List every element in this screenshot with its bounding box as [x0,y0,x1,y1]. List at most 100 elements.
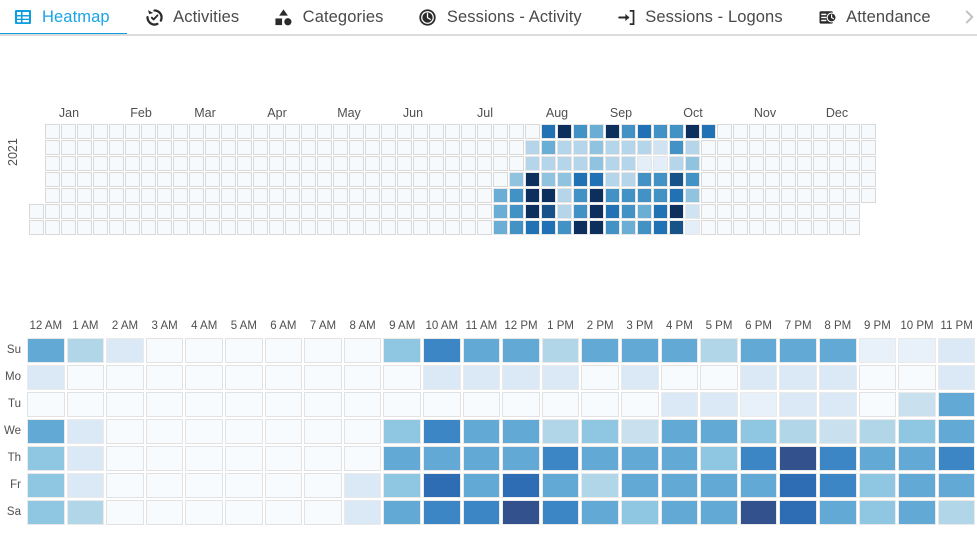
calendar-day-cell[interactable] [589,188,604,203]
calendar-day-cell[interactable] [381,204,396,219]
hour-cell[interactable] [502,446,540,471]
calendar-day-cell[interactable] [253,156,268,171]
calendar-day-cell[interactable] [717,140,732,155]
calendar-day-cell[interactable] [269,156,284,171]
hour-cell[interactable] [225,338,263,363]
calendar-day-cell[interactable] [845,188,860,203]
hour-cell[interactable] [462,500,501,525]
calendar-day-cell[interactable] [461,204,476,219]
calendar-day-cell[interactable] [205,172,220,187]
hour-cell[interactable] [225,392,263,417]
calendar-day-cell[interactable] [333,172,348,187]
calendar-day-cell[interactable] [637,140,652,155]
calendar-day-cell[interactable] [61,140,76,155]
calendar-day-cell[interactable] [125,188,140,203]
calendar-day-cell[interactable] [797,140,812,155]
hour-cell[interactable] [27,473,65,498]
calendar-day-cell[interactable] [285,204,300,219]
hour-cell[interactable] [779,365,817,390]
hour-cell[interactable] [225,446,263,471]
calendar-day-cell[interactable] [445,204,460,219]
calendar-day-cell[interactable] [845,220,860,235]
calendar-day-cell[interactable] [301,124,316,139]
calendar-day-cell[interactable] [813,156,828,171]
hour-cell[interactable] [660,473,699,498]
hour-cell[interactable] [898,365,936,390]
calendar-day-cell[interactable] [269,220,284,235]
calendar-day-cell[interactable] [381,220,396,235]
calendar-day-cell[interactable] [221,220,236,235]
calendar-day-cell[interactable] [845,156,860,171]
calendar-day-cell[interactable] [61,172,76,187]
calendar-day-cell[interactable] [621,220,636,235]
calendar-day-cell[interactable] [413,156,428,171]
calendar-day-cell[interactable] [77,204,92,219]
calendar-day-cell[interactable] [349,124,364,139]
tab-sessions-activity[interactable]: Sessions - Activity [405,0,599,34]
calendar-day-cell[interactable] [493,124,508,139]
calendar-day-cell[interactable] [77,188,92,203]
hour-cell[interactable] [66,446,105,471]
calendar-day-cell[interactable] [381,156,396,171]
calendar-day-cell[interactable] [541,140,556,155]
tab-categories[interactable]: Categories [261,0,401,34]
calendar-day-cell[interactable] [813,188,828,203]
hour-cell[interactable] [858,473,897,498]
calendar-day-cell[interactable] [173,124,188,139]
calendar-day-cell[interactable] [125,172,140,187]
calendar-day-cell[interactable] [381,188,396,203]
hour-cell[interactable] [225,419,263,444]
hour-cell[interactable] [937,338,976,363]
hour-cell[interactable] [502,473,540,498]
calendar-day-cell[interactable] [429,188,444,203]
hour-cell[interactable] [264,338,303,363]
calendar-day-cell[interactable] [717,188,732,203]
calendar-day-cell[interactable] [125,204,140,219]
calendar-day-cell[interactable] [685,220,700,235]
calendar-day-cell[interactable] [301,156,316,171]
calendar-day-cell[interactable] [61,220,76,235]
calendar-day-cell[interactable] [861,172,876,187]
calendar-day-cell[interactable] [333,204,348,219]
hour-cell[interactable] [145,419,184,444]
calendar-day-cell[interactable] [557,220,572,235]
calendar-day-cell[interactable] [413,140,428,155]
calendar-day-cell[interactable] [525,220,540,235]
calendar-day-cell[interactable] [61,204,76,219]
calendar-day-cell[interactable] [93,220,108,235]
hour-cell[interactable] [66,419,105,444]
hour-cell[interactable] [225,473,263,498]
hour-cell[interactable] [541,419,580,444]
calendar-day-cell[interactable] [237,140,252,155]
hour-cell[interactable] [66,338,105,363]
calendar-day-cell[interactable] [797,188,812,203]
calendar-day-cell[interactable] [205,156,220,171]
calendar-day-cell[interactable] [493,140,508,155]
calendar-day-cell[interactable] [253,140,268,155]
calendar-day-cell[interactable] [669,156,684,171]
calendar-day-cell[interactable] [845,204,860,219]
hour-cell[interactable] [898,500,936,525]
calendar-day-cell[interactable] [701,124,716,139]
calendar-day-cell[interactable] [557,140,572,155]
calendar-day-cell[interactable] [125,124,140,139]
calendar-day-cell[interactable] [557,124,572,139]
calendar-day-cell[interactable] [269,204,284,219]
calendar-day-cell[interactable] [45,124,60,139]
hour-cell[interactable] [27,419,65,444]
hour-cell[interactable] [739,500,778,525]
hour-cell[interactable] [264,500,303,525]
hour-cell[interactable] [502,338,540,363]
calendar-day-cell[interactable] [573,188,588,203]
calendar-day-cell[interactable] [157,156,172,171]
calendar-day-cell[interactable] [413,220,428,235]
calendar-day-cell[interactable] [237,220,252,235]
calendar-day-cell[interactable] [173,220,188,235]
hour-cell[interactable] [264,392,303,417]
hour-cell[interactable] [502,500,540,525]
hour-cell[interactable] [937,392,976,417]
calendar-day-cell[interactable] [253,188,268,203]
hour-cell[interactable] [937,500,976,525]
calendar-day-cell[interactable] [781,220,796,235]
calendar-day-cell[interactable] [669,124,684,139]
